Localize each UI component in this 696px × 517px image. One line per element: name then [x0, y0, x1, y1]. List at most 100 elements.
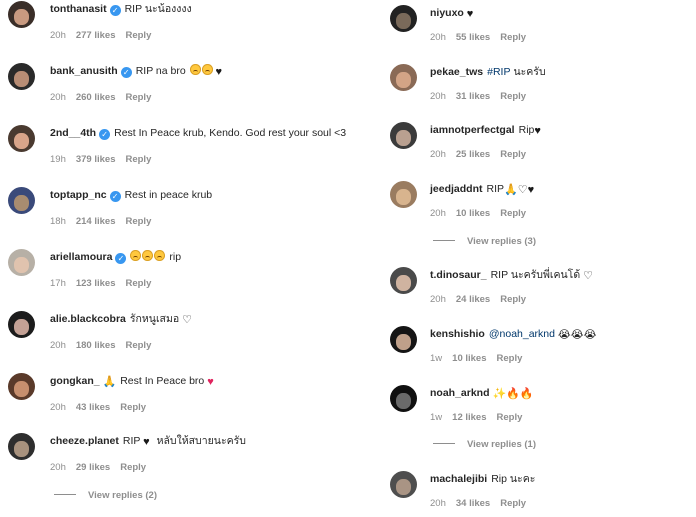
- reply-button[interactable]: Reply: [500, 498, 526, 509]
- comment-username[interactable]: tonthanasit: [50, 3, 107, 15]
- reply-button[interactable]: Reply: [125, 154, 151, 165]
- comment-likes[interactable]: 260 likes: [76, 92, 116, 103]
- reply-button[interactable]: Reply: [500, 208, 526, 219]
- comment-username[interactable]: jeedjaddnt: [430, 183, 483, 195]
- comment-time[interactable]: 20h: [430, 208, 446, 219]
- reply-button[interactable]: Reply: [125, 30, 151, 41]
- hashtag-link[interactable]: #RIP: [487, 66, 510, 78]
- avatar[interactable]: [8, 1, 35, 28]
- sad-face-emoji-icon: [142, 250, 154, 261]
- comment-username[interactable]: ariellamoura: [50, 251, 112, 263]
- reply-button[interactable]: Reply: [497, 353, 523, 364]
- comment-time[interactable]: 20h: [50, 92, 66, 103]
- comment-time[interactable]: 20h: [430, 91, 446, 102]
- reply-button[interactable]: Reply: [500, 32, 526, 43]
- view-replies-button[interactable]: View replies (3): [433, 236, 536, 248]
- comment-likes[interactable]: 379 likes: [76, 154, 116, 165]
- comment-likes[interactable]: 277 likes: [76, 30, 116, 41]
- comment-likes[interactable]: 123 likes: [76, 278, 116, 289]
- comment-likes[interactable]: 10 likes: [456, 208, 490, 219]
- comment-text: Rip: [518, 124, 535, 136]
- comment-likes[interactable]: 31 likes: [456, 91, 490, 102]
- comment-username[interactable]: machalejibi: [430, 473, 487, 485]
- comment-likes[interactable]: 12 likes: [452, 412, 486, 423]
- comment-time[interactable]: 20h: [50, 30, 66, 41]
- comment-text: Rest in peace krub: [124, 189, 213, 201]
- comment-username[interactable]: pekae_tws: [430, 66, 483, 78]
- comment-likes[interactable]: 180 likes: [76, 340, 116, 351]
- comment-username[interactable]: bank_anusith: [50, 65, 118, 77]
- comment-time[interactable]: 18h: [50, 216, 66, 227]
- avatar[interactable]: [8, 63, 35, 90]
- comment-username[interactable]: gongkan_: [50, 375, 100, 387]
- comment-username[interactable]: 2nd__4th: [50, 127, 96, 139]
- divider-line: [433, 443, 455, 444]
- comment-likes[interactable]: 29 likes: [76, 462, 110, 473]
- comment-likes[interactable]: 43 likes: [76, 402, 110, 413]
- avatar[interactable]: [8, 249, 35, 276]
- avatar[interactable]: [390, 267, 417, 294]
- reply-button[interactable]: Reply: [500, 149, 526, 160]
- comment-username[interactable]: niyuxo: [430, 7, 464, 19]
- avatar[interactable]: [8, 187, 35, 214]
- comment-username[interactable]: noah_arknd: [430, 387, 490, 399]
- reply-button[interactable]: Reply: [125, 92, 151, 103]
- avatar[interactable]: [390, 471, 417, 498]
- mention-link[interactable]: @noah_arknd: [489, 328, 555, 340]
- avatar[interactable]: [390, 5, 417, 32]
- avatar[interactable]: [8, 373, 35, 400]
- reply-button[interactable]: Reply: [125, 278, 151, 289]
- view-replies-button[interactable]: View replies (2): [54, 490, 157, 502]
- crying-face-icon: 😭: [557, 329, 571, 341]
- avatar[interactable]: [390, 385, 417, 412]
- comment-time[interactable]: 20h: [50, 402, 66, 413]
- comment-likes[interactable]: 55 likes: [456, 32, 490, 43]
- comment-time[interactable]: 20h: [50, 462, 66, 473]
- sad-face-emoji-icon: [201, 64, 213, 75]
- black-heart-icon: ♥: [534, 125, 541, 137]
- comment-likes[interactable]: 10 likes: [452, 353, 486, 364]
- avatar[interactable]: [390, 64, 417, 91]
- comment-username[interactable]: toptapp_nc: [50, 189, 107, 201]
- avatar[interactable]: [8, 433, 35, 460]
- reply-button[interactable]: Reply: [125, 216, 151, 227]
- comment-time[interactable]: 20h: [430, 32, 446, 43]
- avatar[interactable]: [8, 311, 35, 338]
- avatar[interactable]: [390, 122, 417, 149]
- comment-likes[interactable]: 214 likes: [76, 216, 116, 227]
- comment-item: noah_arknd ✨🔥🔥 1w 12 likes Reply: [385, 384, 696, 440]
- comment-username[interactable]: kenshishio: [430, 328, 485, 340]
- comment-item: pekae_tws #RIP นะครับ 20h 31 likes Reply: [385, 63, 696, 119]
- comment-username[interactable]: iamnotperfectgal: [430, 124, 515, 136]
- comment-time[interactable]: 1w: [430, 412, 442, 423]
- comment-username[interactable]: cheeze.planet: [50, 435, 119, 447]
- comment-item: cheeze.planet RIP ♥ หลับให้สบายนะครับ 20h…: [0, 432, 385, 492]
- reply-button[interactable]: Reply: [500, 91, 526, 102]
- comment-time[interactable]: 20h: [50, 340, 66, 351]
- avatar[interactable]: [390, 326, 417, 353]
- fire-icon: 🔥: [506, 388, 520, 400]
- comment-likes[interactable]: 25 likes: [456, 149, 490, 160]
- comment-likes[interactable]: 34 likes: [456, 498, 490, 509]
- comment-time[interactable]: 19h: [50, 154, 66, 165]
- comment-username[interactable]: t.dinosaur_: [430, 269, 487, 281]
- comment-time[interactable]: 20h: [430, 498, 446, 509]
- white-heart-icon: ♡: [517, 184, 528, 196]
- reply-button[interactable]: Reply: [120, 402, 146, 413]
- comment-likes[interactable]: 24 likes: [456, 294, 490, 305]
- comment-time[interactable]: 1w: [430, 353, 442, 364]
- comment-time[interactable]: 20h: [430, 149, 446, 160]
- reply-button[interactable]: Reply: [120, 462, 146, 473]
- comment-time[interactable]: 20h: [430, 294, 446, 305]
- comment-text: นะครับ: [513, 66, 546, 78]
- avatar[interactable]: [390, 181, 417, 208]
- comment-time[interactable]: 17h: [50, 278, 66, 289]
- sad-face-emoji-icon: [154, 250, 166, 261]
- reply-button[interactable]: Reply: [500, 294, 526, 305]
- view-replies-button[interactable]: View replies (1): [433, 439, 536, 451]
- reply-button[interactable]: Reply: [125, 340, 151, 351]
- comment-item: toptapp_nc ✓ Rest in peace krub 18h 214 lik…: [0, 186, 385, 246]
- reply-button[interactable]: Reply: [497, 412, 523, 423]
- avatar[interactable]: [8, 125, 35, 152]
- comment-username[interactable]: alie.blackcobra: [50, 313, 126, 325]
